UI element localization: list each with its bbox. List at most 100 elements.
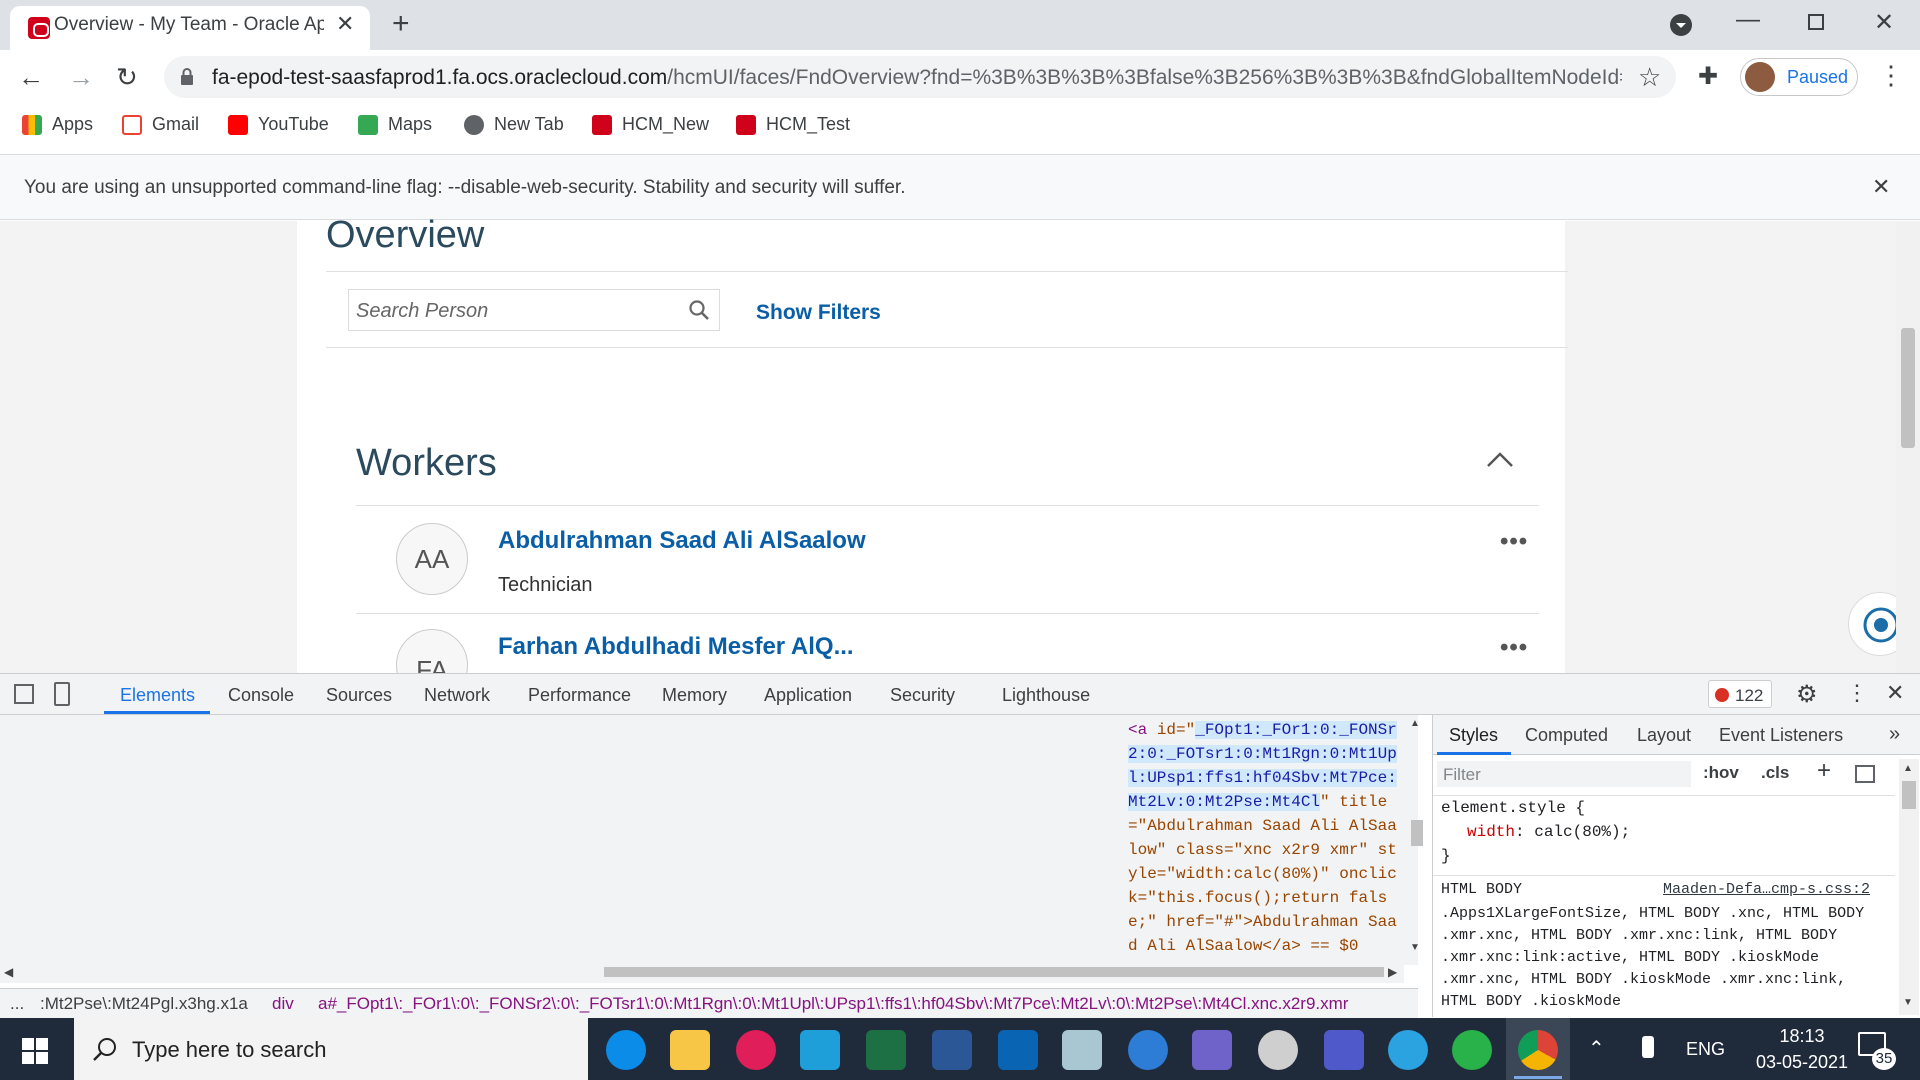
tab-styles[interactable]: Styles — [1449, 725, 1498, 746]
bookmark-star-icon[interactable]: ☆ — [1638, 62, 1661, 93]
restore-icon[interactable] — [1808, 14, 1824, 30]
search-icon[interactable] — [687, 298, 711, 327]
add-style-rule-icon[interactable]: + — [1817, 757, 1831, 785]
tab-title[interactable]: Overview - My Team - Oracle Ap — [54, 14, 324, 36]
bookmark-gmail[interactable]: Gmail — [122, 114, 199, 136]
element-style-selector[interactable]: element.style { — [1441, 799, 1585, 817]
dom-node-code[interactable]: <a id="_FOpt1:_FOr1:0:_FONSr2:0:_FOTsr1:… — [1128, 718, 1406, 958]
tab-console[interactable]: Console — [228, 685, 294, 706]
tab-memory[interactable]: Memory — [662, 685, 727, 706]
language-indicator[interactable]: ENG — [1686, 1039, 1725, 1060]
taskbar-search-input[interactable]: Type here to search — [74, 1018, 588, 1080]
styles-scrollbar[interactable]: ▲ ▼ — [1899, 759, 1919, 1015]
bookmark-new-tab[interactable]: New Tab — [464, 114, 564, 136]
slack-icon[interactable] — [736, 1030, 776, 1070]
tab-application[interactable]: Application — [764, 685, 852, 706]
app-icon[interactable] — [1128, 1030, 1168, 1070]
scrollbar-thumb[interactable] — [1902, 781, 1916, 809]
word-icon[interactable] — [932, 1030, 972, 1070]
devtools-menu-icon[interactable]: ⋮ — [1846, 680, 1868, 706]
globe-icon — [464, 115, 484, 136]
close-devtools-icon[interactable]: ✕ — [1886, 680, 1904, 706]
close-window-icon[interactable]: ✕ — [1874, 8, 1894, 37]
windows-start-icon[interactable] — [22, 1038, 48, 1069]
bookmark-apps[interactable]: Apps — [22, 114, 93, 136]
app-icon[interactable] — [1452, 1030, 1492, 1070]
battery-icon[interactable] — [1642, 1036, 1654, 1058]
tab-search-icon[interactable] — [1670, 14, 1692, 36]
reload-icon[interactable]: ↻ — [116, 62, 138, 93]
collapse-chevron-icon[interactable] — [1486, 450, 1514, 473]
dom-scrollbar[interactable]: ▲ ▼ — [1410, 718, 1424, 964]
styles-filter-input[interactable]: Filter — [1437, 761, 1691, 787]
excel-icon[interactable] — [866, 1030, 906, 1070]
search-placeholder: Search Person — [356, 300, 489, 322]
tab-lighthouse[interactable]: Lighthouse — [1002, 685, 1090, 706]
page-scrollbar[interactable] — [1896, 221, 1920, 673]
close-tab-icon[interactable]: ✕ — [336, 11, 354, 37]
settings-gear-icon[interactable]: ⚙ — [1796, 680, 1818, 709]
bookmark-hcm-test[interactable]: HCM_Test — [736, 114, 850, 136]
worker-name-link[interactable]: Farhan Abdulhadi Mesfer AlQ... — [498, 633, 854, 661]
rule-source-link[interactable]: Maaden-Defa…cmp-s.css:2 — [1663, 881, 1870, 898]
clock-date[interactable]: 03-05-2021 — [1752, 1052, 1852, 1073]
tab-computed[interactable]: Computed — [1525, 725, 1608, 746]
dom-hscrollbar[interactable]: ◀ ▶ — [0, 961, 1404, 983]
clock-time[interactable]: 18:13 — [1762, 1026, 1842, 1047]
hov-toggle[interactable]: :hov — [1703, 763, 1739, 783]
element-style-declaration[interactable]: width: calc(80%); — [1467, 823, 1630, 841]
url-text[interactable]: fa-epod-test-saasfaprod1.fa.ocs.oraclecl… — [212, 66, 1622, 90]
bookmark-maps[interactable]: Maps — [358, 114, 432, 136]
error-badge[interactable]: 122 — [1708, 680, 1772, 708]
telegram-icon[interactable] — [1388, 1030, 1428, 1070]
scrollbar-thumb[interactable] — [1901, 328, 1915, 448]
tab-layout[interactable]: Layout — [1637, 725, 1691, 746]
breadcrumb-more[interactable]: ... — [10, 994, 24, 1014]
breadcrumb-item[interactable]: a#_FOpt1\:_FOr1\:0\:_FONSr2\:0\:_FOTsr1\… — [318, 994, 1348, 1014]
forward-icon[interactable]: → — [68, 62, 94, 93]
scrollbar-thumb[interactable] — [604, 967, 1384, 977]
scrollbar-thumb[interactable] — [1411, 820, 1423, 846]
profile-button[interactable]: Paused — [1740, 58, 1858, 96]
more-actions-icon[interactable]: ••• — [1500, 528, 1528, 556]
more-actions-icon[interactable]: ••• — [1500, 634, 1528, 662]
settings-gear-icon[interactable] — [1258, 1030, 1298, 1070]
edge-icon[interactable] — [606, 1030, 646, 1070]
minimize-icon[interactable]: — — [1736, 6, 1760, 34]
tray-chevron-icon[interactable]: ⌃ — [1588, 1036, 1605, 1061]
tab-event-listeners[interactable]: Event Listeners — [1719, 725, 1843, 746]
new-tab-icon[interactable]: + — [392, 7, 410, 41]
file-explorer-icon[interactable] — [670, 1030, 710, 1070]
lock-icon[interactable] — [180, 68, 194, 85]
worker-name-link[interactable]: Abdulrahman Saad Ali AlSaalow — [498, 527, 866, 555]
breadcrumb-item[interactable]: div — [272, 994, 294, 1014]
tab-sources[interactable]: Sources — [326, 685, 392, 706]
breadcrumb-item[interactable]: :Mt2Pse\:Mt24Pgl.x3hg.x1a — [40, 994, 248, 1014]
tab-elements[interactable]: Elements — [120, 685, 195, 706]
close-infobar-icon[interactable]: ✕ — [1872, 174, 1890, 200]
teams-icon[interactable] — [1324, 1030, 1364, 1070]
tab-security[interactable]: Security — [890, 685, 955, 706]
app-icon[interactable] — [800, 1030, 840, 1070]
chrome-taskbar-item[interactable] — [1506, 1018, 1570, 1080]
device-toolbar-icon[interactable] — [54, 682, 70, 706]
app-icon[interactable] — [1192, 1030, 1232, 1070]
show-filters-link[interactable]: Show Filters — [756, 301, 881, 325]
gmail-icon — [122, 115, 142, 136]
infobar-text: You are using an unsupported command-lin… — [24, 177, 906, 198]
toggle-sidebar-icon[interactable] — [1855, 765, 1875, 783]
tab-performance[interactable]: Performance — [528, 685, 631, 706]
outlook-icon[interactable] — [998, 1030, 1038, 1070]
tab-network[interactable]: Network — [424, 685, 490, 706]
more-tabs-icon[interactable]: » — [1889, 723, 1900, 746]
rule-selector[interactable]: HTML BODY — [1441, 881, 1522, 898]
search-input[interactable]: Search Person — [348, 289, 720, 331]
bookmark-hcm-new[interactable]: HCM_New — [592, 114, 709, 136]
inspect-element-icon[interactable] — [14, 684, 34, 704]
notes-icon[interactable] — [1062, 1030, 1102, 1070]
cls-toggle[interactable]: .cls — [1761, 763, 1789, 783]
bookmark-youtube[interactable]: YouTube — [228, 114, 329, 136]
menu-dots-icon[interactable]: ⋮ — [1878, 60, 1904, 91]
back-icon[interactable]: ← — [18, 62, 44, 93]
extensions-icon[interactable]: ✚ — [1698, 62, 1718, 91]
